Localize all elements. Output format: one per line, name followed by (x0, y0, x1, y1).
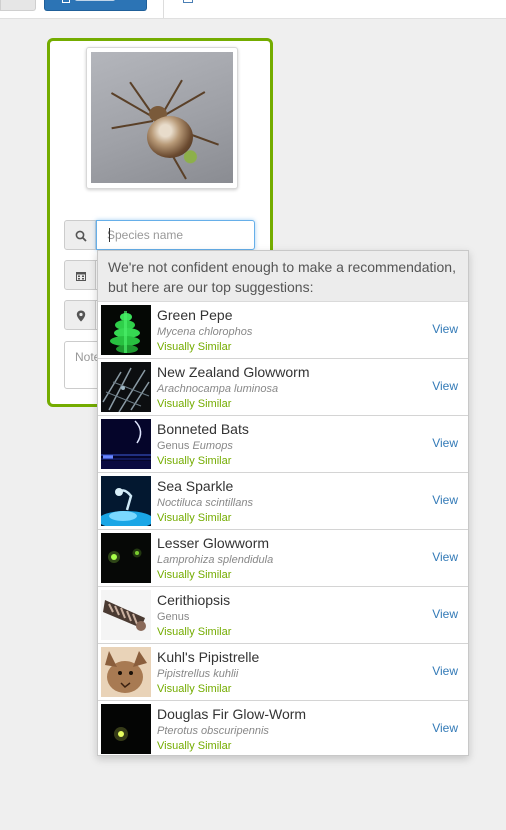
visually-similar-label: Visually Similar (157, 626, 232, 638)
search-addon (64, 220, 96, 250)
search-icon (75, 230, 87, 242)
suggestion-rank: Genus (157, 611, 190, 623)
suggestion-thumbnail (101, 533, 151, 583)
suggestion-name: New Zealand Glowworm (157, 364, 310, 380)
location-addon (64, 300, 96, 330)
suggestion-thumbnail (101, 476, 151, 526)
photo-thumbnail[interactable] (86, 47, 238, 189)
suggestion-thumbnail (101, 590, 151, 640)
visually-similar-label: Visually Similar (157, 341, 232, 353)
suggestion-thumbnail (101, 419, 151, 469)
calendar-icon (76, 272, 86, 281)
suggestion-scientific-name: Mycena chlorophos (157, 326, 253, 338)
top-secondary-button[interactable] (0, 0, 36, 11)
suggestion-name: Bonneted Bats (157, 421, 249, 437)
suggestion-thumbnail (101, 362, 151, 412)
visually-similar-label: Visually Similar (157, 455, 232, 467)
suggestion-thumbnail (101, 305, 151, 355)
view-link[interactable]: View (432, 436, 458, 450)
suggestion-item[interactable]: Cerithiopsis Genus Visually Similar View (98, 587, 468, 644)
visually-similar-label: Visually Similar (157, 569, 232, 581)
suggestion-name: Sea Sparkle (157, 478, 234, 494)
text-caret (109, 228, 110, 242)
date-addon (64, 260, 96, 290)
suggestion-item[interactable]: Lesser Glowworm Lamprohiza splendidula V… (98, 530, 468, 587)
suggestions-header: We're not confident enough to make a rec… (98, 251, 468, 302)
suggestion-item[interactable]: New Zealand Glowworm Arachnocampa lumino… (98, 359, 468, 416)
view-link[interactable]: View (432, 550, 458, 564)
view-link[interactable]: View (432, 664, 458, 678)
suggestion-name: Green Pepe (157, 307, 233, 323)
suggestion-item[interactable]: Bonneted Bats Genus Eumops Visually Simi… (98, 416, 468, 473)
top-divider (163, 0, 164, 18)
view-link[interactable]: View (432, 379, 458, 393)
view-link[interactable]: View (432, 607, 458, 621)
suggestion-name: Douglas Fir Glow-Worm (157, 706, 307, 722)
suggestion-name: Cerithiopsis (157, 592, 231, 608)
spider-photo (91, 52, 233, 183)
list-icon[interactable] (183, 0, 193, 3)
suggestion-name: Lesser Glowworm (157, 535, 270, 551)
top-bar (0, 0, 506, 19)
suggestion-scientific-name: Lamprohiza splendidula (157, 554, 274, 566)
suggestion-thumbnail (101, 704, 151, 754)
suggestion-scientific-name: Eumops (192, 440, 233, 452)
visually-similar-label: Visually Similar (157, 740, 232, 752)
suggestion-scientific-name: Arachnocampa luminosa (157, 383, 279, 395)
visually-similar-label: Visually Similar (157, 512, 232, 524)
species-name-input[interactable] (96, 220, 255, 250)
suggestion-name: Kuhl's Pipistrelle (157, 649, 260, 665)
suggestion-item[interactable]: Kuhl's Pipistrelle Pipistrellus kuhlii V… (98, 644, 468, 701)
suggestion-item[interactable]: Sea Sparkle Noctiluca scintillans Visual… (98, 473, 468, 530)
suggestion-scientific-name: Pterotus obscuripennis (157, 725, 269, 737)
map-marker-icon (76, 310, 86, 322)
suggestion-rank: Genus (157, 440, 193, 452)
suggestion-thumbnail (101, 647, 151, 697)
suggestion-item[interactable]: Green Pepe Mycena chlorophos Visually Si… (98, 302, 468, 359)
view-link[interactable]: View (432, 322, 458, 336)
suggestion-scientific-name: Pipistrellus kuhlii (157, 668, 239, 680)
visually-similar-label: Visually Similar (157, 398, 232, 410)
suggestion-item[interactable]: Douglas Fir Glow-Worm Pterotus obscuripe… (98, 701, 468, 758)
species-field (64, 220, 258, 250)
species-suggestions-dropdown: We're not confident enough to make a rec… (97, 250, 469, 756)
visually-similar-label: Visually Similar (157, 683, 232, 695)
view-link[interactable]: View (432, 493, 458, 507)
top-primary-button-label (75, 0, 115, 1)
suggestion-scientific-name: Noctiluca scintillans (157, 497, 253, 509)
top-primary-button[interactable] (44, 0, 147, 11)
view-link[interactable]: View (432, 721, 458, 735)
upload-icon (62, 0, 70, 3)
